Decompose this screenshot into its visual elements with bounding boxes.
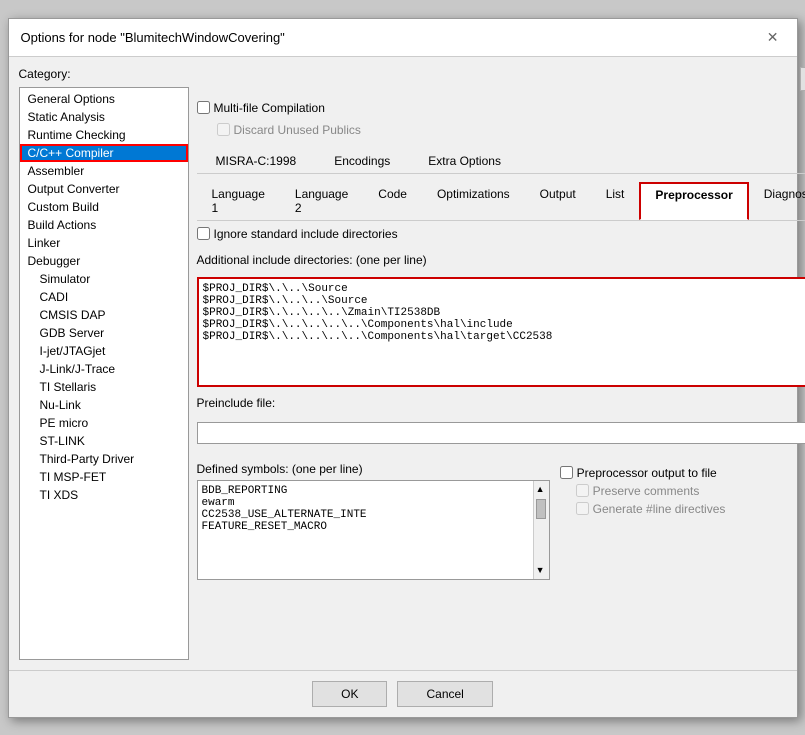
symbols-scroll-up[interactable]: ▲ — [534, 482, 547, 496]
sidebar-item[interactable]: Simulator — [20, 270, 188, 288]
discard-label: Discard Unused Publics — [234, 123, 361, 137]
sidebar-item[interactable]: CMSIS DAP — [20, 306, 188, 324]
multifile-row: Multi-file Compilation — [197, 101, 805, 115]
sidebar-item[interactable]: Assembler — [20, 162, 188, 180]
tab-row2[interactable]: Optimizations — [422, 182, 525, 220]
multifile-checkbox[interactable] — [197, 101, 210, 114]
preserve-comments-label[interactable]: Preserve comments — [576, 484, 805, 498]
content-panel: Factory Settings Multi-file Compilation … — [197, 67, 805, 660]
tab-row2[interactable]: Language 1 — [197, 182, 280, 220]
top-bar: Factory Settings — [197, 67, 805, 91]
sidebar-item[interactable]: CADI — [20, 288, 188, 306]
sidebar-item[interactable]: Debugger — [20, 252, 188, 270]
preinclude-input-row: ... — [197, 422, 805, 444]
symbols-container: ▲ ▼ — [197, 480, 550, 580]
sidebar-item[interactable]: ST-LINK — [20, 432, 188, 450]
include-dirs-textarea[interactable] — [197, 277, 805, 387]
sidebar-item[interactable]: Custom Build — [20, 198, 188, 216]
dialog-title: Options for node "BlumitechWindowCoverin… — [21, 30, 285, 45]
tab-row2[interactable]: Preprocessor — [639, 182, 748, 220]
defined-symbols-section: Defined symbols: (one per line) ▲ ▼ — [197, 462, 550, 580]
include-area-row: ▲ ▼ ... — [197, 277, 805, 390]
preprocessor-output-checkbox[interactable] — [560, 466, 573, 479]
multifile-checkbox-label[interactable]: Multi-file Compilation — [197, 101, 325, 115]
preinclude-row: Preinclude file: — [197, 396, 805, 410]
preprocessor-output-section: Preprocessor output to file Preserve com… — [560, 462, 805, 580]
generate-directives-text: Generate #line directives — [593, 502, 726, 516]
defined-symbols-label: Defined symbols: (one per line) — [197, 462, 550, 476]
sidebar-item[interactable]: Build Actions — [20, 216, 188, 234]
preserve-comments-text: Preserve comments — [593, 484, 700, 498]
defined-symbols-textarea[interactable] — [198, 481, 533, 579]
preprocessor-output-text: Preprocessor output to file — [577, 466, 717, 480]
tab-row2[interactable]: Diagnostics — [749, 182, 805, 220]
dialog-footer: OK Cancel — [9, 670, 797, 717]
sidebar-item[interactable]: Output Converter — [20, 180, 188, 198]
generate-directives-checkbox — [576, 502, 589, 515]
multifile-label: Multi-file Compilation — [214, 101, 325, 115]
sidebar-item[interactable]: TI MSP-FET — [20, 468, 188, 486]
sidebar-item[interactable]: I-jet/JTAGjet — [20, 342, 188, 360]
tabs-row-1: MISRA-C:1998EncodingsExtra Options — [197, 149, 805, 174]
ignore-dirs-text: Ignore standard include directories — [214, 227, 398, 241]
factory-settings-button[interactable]: Factory Settings — [800, 67, 805, 91]
sidebar-item[interactable]: J-Link/J-Trace — [20, 360, 188, 378]
dialog-body: Category: General OptionsStatic Analysis… — [9, 57, 797, 670]
category-label: Category: — [19, 67, 189, 81]
generate-directives-label[interactable]: Generate #line directives — [576, 502, 805, 516]
options-dialog: Options for node "BlumitechWindowCoverin… — [8, 18, 798, 718]
sidebar-item[interactable]: Linker — [20, 234, 188, 252]
ignore-row: Ignore standard include directories — [197, 227, 805, 241]
preprocessor-output-label[interactable]: Preprocessor output to file — [560, 466, 805, 480]
ignore-dirs-label[interactable]: Ignore standard include directories — [197, 227, 398, 241]
preinclude-input[interactable] — [197, 422, 805, 444]
include-textarea-wrapper — [197, 277, 805, 390]
tab-row2[interactable]: List — [591, 182, 640, 220]
preserve-comments-checkbox — [576, 484, 589, 497]
symbols-scrollbar: ▲ ▼ — [533, 481, 549, 579]
tab-row2[interactable]: Code — [363, 182, 422, 220]
tab-row2[interactable]: Language 2 — [280, 182, 363, 220]
sidebar: Category: General OptionsStatic Analysis… — [19, 67, 189, 660]
sidebar-item[interactable]: Nu-Link — [20, 396, 188, 414]
sidebar-item[interactable]: C/C++ Compiler — [20, 144, 188, 162]
ignore-dirs-checkbox[interactable] — [197, 227, 210, 240]
symbols-thumb — [536, 499, 546, 519]
tab-row1[interactable]: MISRA-C:1998 — [197, 149, 316, 173]
bottom-section: Defined symbols: (one per line) ▲ ▼ — [197, 462, 805, 580]
sidebar-item[interactable]: GDB Server — [20, 324, 188, 342]
sidebar-item[interactable]: Static Analysis — [20, 108, 188, 126]
tab-row1[interactable]: Encodings — [315, 149, 409, 173]
tabs-row-2: Language 1Language 2CodeOptimizationsOut… — [197, 182, 805, 221]
sidebar-item[interactable]: TI XDS — [20, 486, 188, 504]
additional-include-label: Additional include directories: (one per… — [197, 253, 805, 267]
sidebar-list: General OptionsStatic AnalysisRuntime Ch… — [19, 87, 189, 660]
symbols-scroll-down[interactable]: ▼ — [534, 563, 547, 577]
sidebar-item[interactable]: TI Stellaris — [20, 378, 188, 396]
sidebar-item[interactable]: Runtime Checking — [20, 126, 188, 144]
tab-row1[interactable]: Extra Options — [409, 149, 520, 173]
title-bar: Options for node "BlumitechWindowCoverin… — [9, 19, 797, 57]
cancel-button[interactable]: Cancel — [397, 681, 492, 707]
sidebar-item[interactable]: General Options — [20, 90, 188, 108]
close-button[interactable]: ✕ — [761, 27, 785, 48]
preinclude-label: Preinclude file: — [197, 396, 276, 410]
discard-checkbox-label[interactable]: Discard Unused Publics — [217, 123, 361, 137]
sidebar-item[interactable]: PE micro — [20, 414, 188, 432]
sidebar-item[interactable]: Third-Party Driver — [20, 450, 188, 468]
tab-row2[interactable]: Output — [525, 182, 591, 220]
discard-checkbox — [217, 123, 230, 136]
ok-button[interactable]: OK — [312, 681, 387, 707]
discard-row: Discard Unused Publics — [217, 123, 805, 137]
